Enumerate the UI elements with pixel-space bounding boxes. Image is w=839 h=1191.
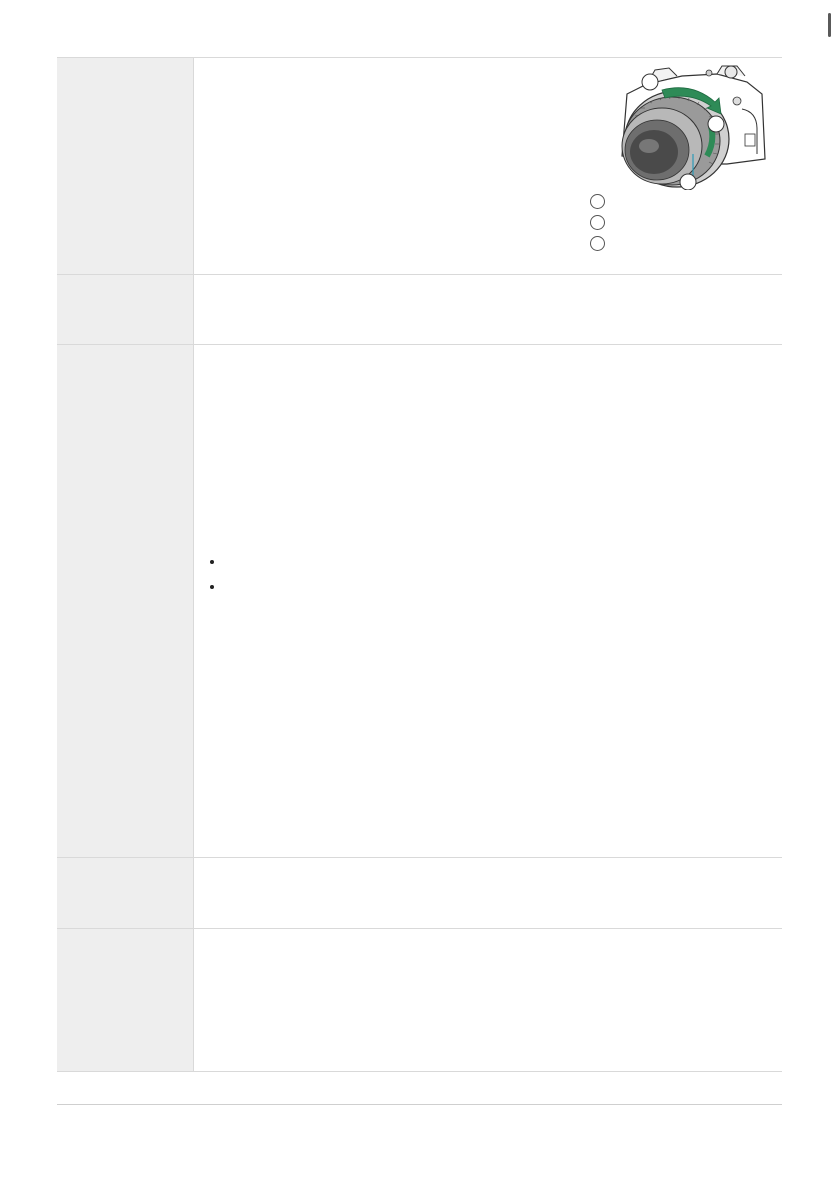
footer-rule bbox=[57, 1104, 782, 1105]
bullet-dot-icon bbox=[210, 559, 214, 564]
page-number-tab bbox=[819, 0, 839, 50]
legend-item bbox=[590, 212, 750, 233]
row-content-cell bbox=[194, 345, 782, 857]
settings-table bbox=[57, 57, 782, 1072]
row-label-cell bbox=[57, 929, 194, 1071]
legend-number-circle bbox=[590, 194, 605, 209]
legend-number-circle bbox=[590, 236, 605, 251]
legend-item bbox=[590, 191, 750, 212]
legend-number-circle bbox=[590, 215, 605, 230]
table-row bbox=[57, 345, 782, 858]
bullet-item bbox=[210, 574, 710, 599]
row-label-cell bbox=[57, 345, 194, 857]
row-content-cell bbox=[194, 275, 782, 344]
bullet-item bbox=[210, 549, 710, 574]
row-label-cell bbox=[57, 275, 194, 344]
table-row bbox=[57, 929, 782, 1072]
camera-lens-ring-icon bbox=[621, 65, 766, 191]
row-label-cell bbox=[57, 58, 194, 274]
row-content-cell bbox=[194, 929, 782, 1071]
row-content-cell bbox=[194, 858, 782, 928]
row-label-cell bbox=[57, 858, 194, 928]
bullet-list bbox=[210, 549, 710, 599]
illustration-legend bbox=[590, 191, 750, 254]
table-row bbox=[57, 858, 782, 929]
table-row bbox=[57, 58, 782, 275]
table-row bbox=[57, 275, 782, 345]
bullet-dot-icon bbox=[210, 584, 214, 589]
row-content-cell bbox=[194, 58, 782, 274]
camera-lens-illustration bbox=[607, 64, 770, 191]
legend-item bbox=[590, 233, 750, 254]
page-edge-marker bbox=[827, 13, 831, 37]
